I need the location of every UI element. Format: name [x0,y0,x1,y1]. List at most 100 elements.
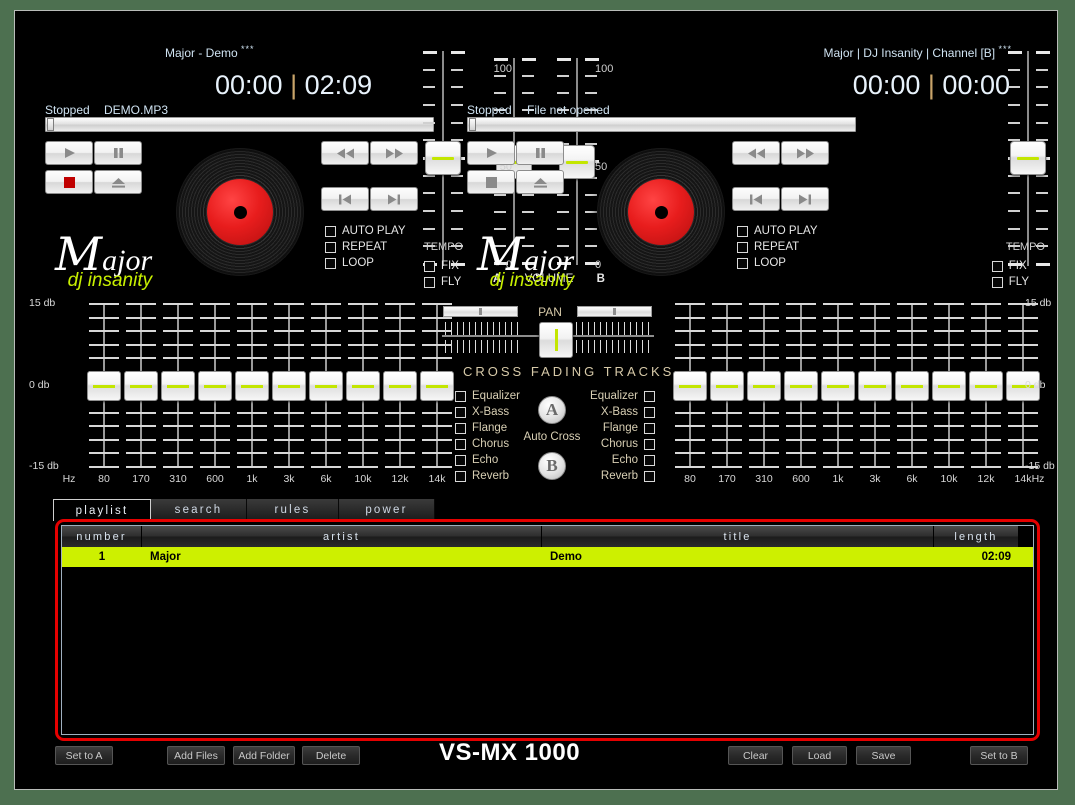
deck-a-previous-button[interactable] [321,187,369,211]
deck-b-repeat-option[interactable]: REPEAT [737,239,818,255]
effect-b-reverb[interactable]: Reverb [580,468,655,484]
auto-cross-a-button[interactable]: A [538,396,566,424]
eq-b-band-6k[interactable] [895,303,929,468]
deck-b-loop-option[interactable]: LOOP [737,255,818,271]
effect-a-chorus[interactable]: Chorus [455,436,520,452]
eq-a-handle-80[interactable] [87,371,121,401]
eq-a-handle-1k[interactable] [235,371,269,401]
deck-a-tempo-fly-option[interactable]: FLY [424,274,461,290]
effect-a-flange-checkbox[interactable] [455,422,466,434]
deck-b-rewind-button[interactable] [732,141,780,165]
eq-b-handle-600[interactable] [784,371,818,401]
eq-b-handle-80[interactable] [673,371,707,401]
effect-b-equalizer[interactable]: Equalizer [580,388,655,404]
eq-b-handle-6k[interactable] [895,371,929,401]
playlist-column-number[interactable]: number [62,526,142,547]
effect-a-echo[interactable]: Echo [455,452,520,468]
eq-b-band-10k[interactable] [932,303,966,468]
tab-rules[interactable]: rules [247,499,339,521]
pan-slider-a[interactable] [443,306,518,317]
deck-a-seek-slider[interactable] [45,117,434,132]
set-to-a-button[interactable]: Set to A [55,746,113,765]
pan-b-handle[interactable] [613,308,616,315]
effect-a-reverb[interactable]: Reverb [455,468,520,484]
playlist-column-length[interactable]: length [934,526,1019,547]
deck-a-pause-button[interactable] [94,141,142,165]
eq-b-band-310[interactable] [747,303,781,468]
clear-button[interactable]: Clear [728,746,783,765]
effect-b-flange[interactable]: Flange [580,420,655,436]
load-button[interactable]: Load [792,746,847,765]
eq-b-handle-310[interactable] [747,371,781,401]
tab-power[interactable]: power [339,499,435,521]
playlist-column-title[interactable]: title [542,526,934,547]
effect-b-equalizer-checkbox[interactable] [644,390,655,402]
deck-a-fast-forward-button[interactable] [370,141,418,165]
add-folder-button[interactable]: Add Folder [233,746,295,765]
effect-a-chorus-checkbox[interactable] [455,438,466,450]
deck-b-tempo-fly-option[interactable]: FLY [991,274,1029,290]
deck-b-tempo-fader[interactable] [1008,51,1050,266]
pan-slider-b[interactable] [577,306,652,317]
deck-a-repeat-checkbox[interactable] [325,241,336,253]
eq-a-band-6k[interactable] [309,303,343,468]
eq-a-band-1k[interactable] [235,303,269,468]
eq-a-band-14k[interactable] [420,303,454,468]
set-to-b-button[interactable]: Set to B [970,746,1028,765]
deck-b-autoplay-checkbox[interactable] [737,225,748,237]
effect-b-flange-checkbox[interactable] [644,422,655,434]
eq-a-band-310[interactable] [161,303,195,468]
deck-b-eject-button[interactable] [516,170,564,194]
eq-a-band-12k[interactable] [383,303,417,468]
deck-b-seek-handle[interactable] [469,118,476,131]
eq-a-handle-14k[interactable] [420,371,454,401]
deck-a-tempo-fader[interactable] [423,51,465,266]
tab-search[interactable]: search [151,499,247,521]
effect-b-echo-checkbox[interactable] [644,454,655,466]
effect-a-equalizer-checkbox[interactable] [455,390,466,402]
playlist-body[interactable]: 1 Major Demo 02:09 [62,547,1033,567]
eq-b-band-170[interactable] [710,303,744,468]
deck-b-autoplay-option[interactable]: AUTO PLAY [737,223,818,239]
eq-a-band-10k[interactable] [346,303,380,468]
eq-a-band-3k[interactable] [272,303,306,468]
eq-a-handle-600[interactable] [198,371,232,401]
deck-b-tempo-fix-option[interactable]: FIX [991,258,1029,274]
playlist-column-artist[interactable]: artist [142,526,542,547]
deck-b-fast-forward-button[interactable] [781,141,829,165]
deck-a-loop-option[interactable]: LOOP [325,255,406,271]
eq-b-handle-1k[interactable] [821,371,855,401]
deck-b-pause-button[interactable] [516,141,564,165]
eq-b-handle-12k[interactable] [969,371,1003,401]
eq-b-band-1k[interactable] [821,303,855,468]
deck-a-loop-checkbox[interactable] [325,257,336,269]
deck-b-previous-button[interactable] [732,187,780,211]
effect-a-xbass-checkbox[interactable] [455,406,466,418]
eq-b-band-80[interactable] [673,303,707,468]
table-row[interactable]: 1 Major Demo 02:09 [62,547,1033,567]
deck-a-eject-button[interactable] [94,170,142,194]
crossfader-handle[interactable] [539,322,573,358]
deck-b-turntable[interactable] [597,148,725,276]
tab-playlist[interactable]: playlist [53,499,151,521]
effect-a-xbass[interactable]: X-Bass [455,404,520,420]
auto-cross-b-button[interactable]: B [538,452,566,480]
effect-a-echo-checkbox[interactable] [455,454,466,466]
effect-b-xbass[interactable]: X-Bass [580,404,655,420]
deck-b-tempo-fly-checkbox[interactable] [991,276,1003,288]
eq-a-handle-12k[interactable] [383,371,417,401]
deck-b-repeat-checkbox[interactable] [737,241,748,253]
eq-b-handle-10k[interactable] [932,371,966,401]
eq-a-handle-3k[interactable] [272,371,306,401]
deck-b-play-button[interactable] [467,141,515,165]
effect-a-equalizer[interactable]: Equalizer [455,388,520,404]
deck-a-autoplay-checkbox[interactable] [325,225,336,237]
deck-b-seek-slider[interactable] [467,117,856,132]
effect-b-xbass-checkbox[interactable] [644,406,655,418]
pan-a-handle[interactable] [479,308,482,315]
eq-a-band-600[interactable] [198,303,232,468]
deck-a-autoplay-option[interactable]: AUTO PLAY [325,223,406,239]
save-button[interactable]: Save [856,746,911,765]
deck-a-tempo-fly-checkbox[interactable] [424,276,435,288]
effect-b-chorus-checkbox[interactable] [644,438,655,450]
